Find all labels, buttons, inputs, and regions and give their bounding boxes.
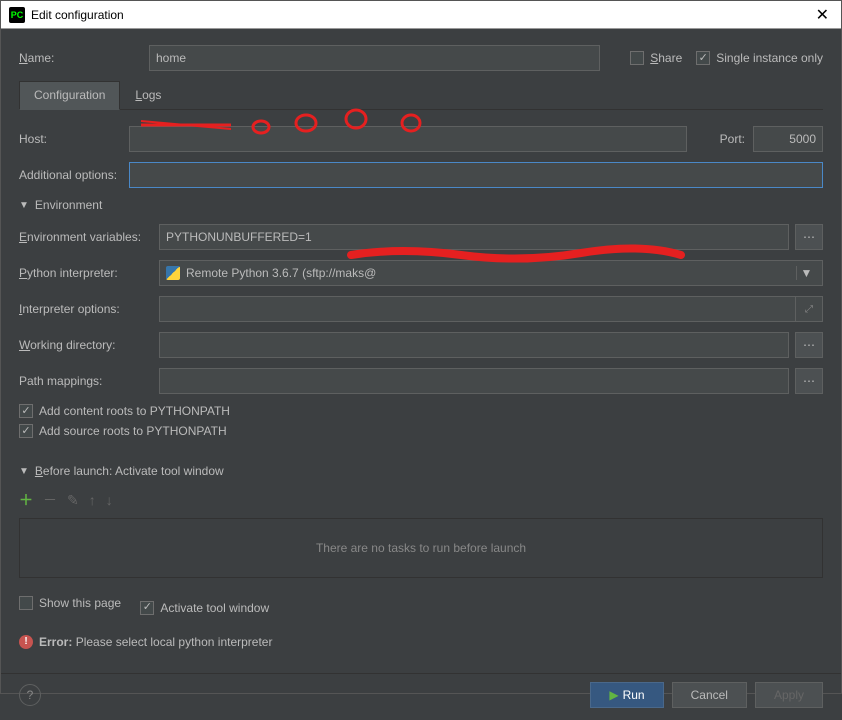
environment-section-title: Environment — [35, 198, 102, 212]
interpreter-label: Python interpreter: — [19, 266, 159, 280]
remove-icon[interactable]: － — [43, 490, 57, 510]
apply-button[interactable]: Apply — [755, 682, 823, 708]
add-source-roots-checkbox[interactable] — [19, 424, 33, 438]
path-mappings-label: Path mappings: — [19, 374, 159, 388]
before-launch-toolbar: ＋ － ✎ ↑ ↓ — [19, 490, 823, 510]
error-icon: ! — [19, 635, 33, 649]
play-icon: ▶ — [609, 688, 618, 702]
add-content-roots-checkbox[interactable] — [19, 404, 33, 418]
bottom-bar: ? ▶Run Cancel Apply — [1, 673, 841, 720]
port-label: Port: — [695, 132, 745, 146]
window-title: Edit configuration — [31, 8, 812, 22]
additional-options-label: Additional options: — [19, 168, 129, 182]
chevron-down-icon[interactable]: ▼ — [796, 266, 816, 280]
working-dir-label: Working directory: — [19, 338, 159, 352]
share-checkbox[interactable] — [630, 51, 644, 65]
expand-icon[interactable]: ⤢ — [795, 296, 823, 322]
share-label: Share — [650, 51, 682, 65]
port-input[interactable] — [753, 126, 823, 152]
tasks-list: There are no tasks to run before launch — [19, 518, 823, 578]
tabs: Configuration Logs — [19, 81, 823, 110]
interpreter-options-input[interactable] — [159, 296, 795, 322]
python-icon — [166, 266, 180, 280]
app-icon: PC — [9, 7, 25, 23]
run-button[interactable]: ▶Run — [590, 682, 663, 708]
host-label: Host: — [19, 132, 129, 146]
additional-options-input[interactable] — [129, 162, 823, 188]
working-dir-browse-button[interactable]: ⋯ — [795, 332, 823, 358]
add-content-roots-label: Add content roots to PYTHONPATH — [39, 404, 230, 418]
close-icon[interactable]: ✕ — [812, 5, 833, 25]
before-launch-section-header[interactable]: ▼ Before launch: Activate tool window — [19, 464, 823, 478]
environment-section-header[interactable]: ▼ Environment — [19, 198, 823, 212]
working-dir-input[interactable] — [159, 332, 789, 358]
before-launch-title: Before launch: Activate tool window — [35, 464, 224, 478]
up-icon[interactable]: ↑ — [89, 492, 96, 508]
error-label: Error: — [39, 635, 72, 649]
tab-configuration[interactable]: Configuration — [19, 81, 120, 110]
path-mappings-input[interactable] — [159, 368, 789, 394]
activate-tool-window-checkbox[interactable] — [140, 601, 154, 615]
add-icon[interactable]: ＋ — [19, 490, 33, 510]
show-this-page-checkbox[interactable] — [19, 596, 33, 610]
interpreter-value: Remote Python 3.6.7 (sftp://maks@ — [186, 266, 790, 280]
interpreter-dropdown[interactable]: Remote Python 3.6.7 (sftp://maks@ ▼ — [159, 260, 823, 286]
activate-tool-window-label: Activate tool window — [160, 601, 269, 615]
interpreter-options-label: Interpreter options: — [19, 302, 159, 316]
error-row: ! Error: Please select local python inte… — [19, 635, 823, 649]
down-icon[interactable]: ↓ — [106, 492, 113, 508]
tab-logs[interactable]: Logs — [120, 81, 176, 109]
chevron-down-icon: ▼ — [19, 200, 29, 211]
env-vars-label: Environment variables: — [19, 230, 159, 244]
no-tasks-label: There are no tasks to run before launch — [316, 541, 526, 555]
show-this-page-label: Show this page — [39, 596, 121, 610]
single-instance-checkbox[interactable] — [696, 51, 710, 65]
host-input[interactable] — [129, 126, 687, 152]
add-source-roots-label: Add source roots to PYTHONPATH — [39, 424, 227, 438]
titlebar: PC Edit configuration ✕ — [1, 1, 841, 29]
edit-icon[interactable]: ✎ — [67, 492, 79, 509]
path-mappings-browse-button[interactable]: ⋯ — [795, 368, 823, 394]
name-input[interactable] — [149, 45, 600, 71]
env-vars-browse-button[interactable]: ⋯ — [795, 224, 823, 250]
error-message: Please select local python interpreter — [76, 635, 273, 649]
env-vars-input[interactable] — [159, 224, 789, 250]
single-instance-label: Single instance only — [716, 51, 823, 65]
chevron-down-icon: ▼ — [19, 466, 29, 477]
help-icon[interactable]: ? — [19, 684, 41, 706]
name-label: Name: — [19, 51, 149, 65]
cancel-button[interactable]: Cancel — [672, 682, 747, 708]
